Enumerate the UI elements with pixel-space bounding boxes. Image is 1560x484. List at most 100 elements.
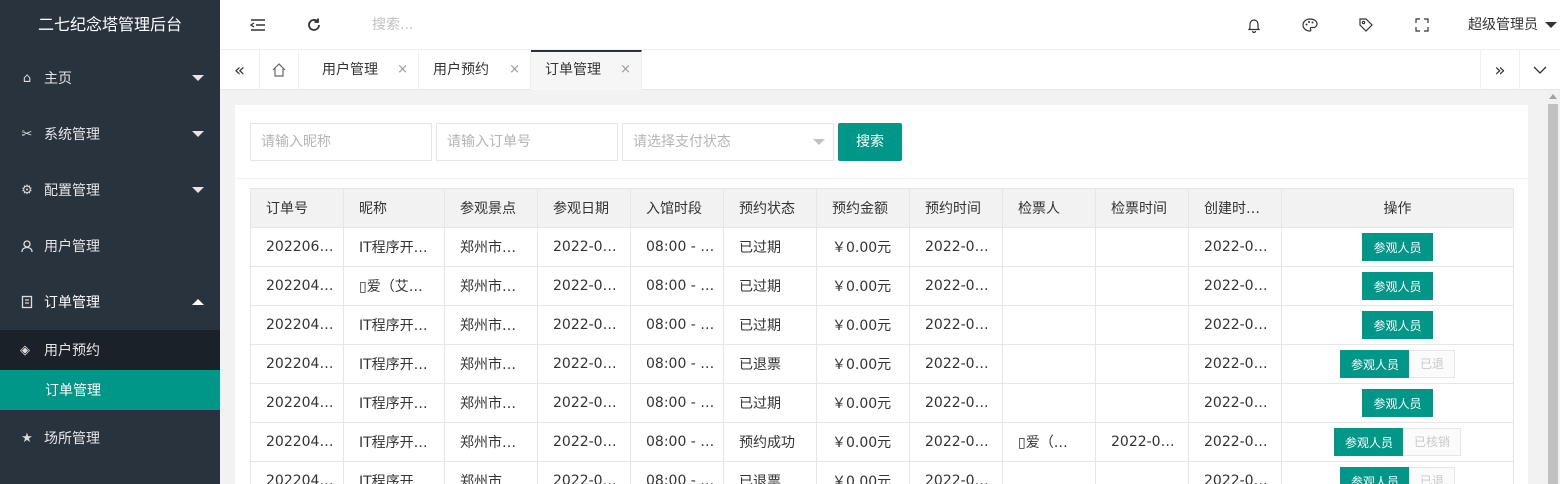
table-row: 202204… IT程序开… 郑州市… 2022-0… 08:00 - … 已过期 ￥0.0… [250, 305, 1514, 345]
column-header[interactable]: 预约金额 [816, 188, 910, 228]
visitors-button[interactable]: 参观人员 [1333, 428, 1404, 456]
visitors-button[interactable]: 参观人员 [1362, 311, 1433, 339]
table-row: 202206… IT程序开… 郑州市… 2022-0… 08:00 - … 已过期 ￥0.0… [250, 227, 1514, 267]
visitors-button[interactable]: 参观人员 [1362, 233, 1433, 261]
table-cell-amount: ￥0.00元 [816, 344, 910, 384]
refresh-icon[interactable] [289, 0, 339, 50]
user-menu[interactable]: 超级管理员 [1468, 0, 1560, 50]
star-icon: ★ [21, 430, 33, 446]
home-icon[interactable] [260, 50, 299, 90]
payment-status-select[interactable]: 请选择支付状态 [622, 123, 834, 161]
table-cell-date: 2022-0… [537, 461, 631, 484]
table-cell-booked: 2022-0… [909, 266, 1003, 306]
user-icon [20, 239, 34, 253]
table-cell-created: 2022-0… [1188, 344, 1282, 384]
column-header[interactable]: 创建时… [1188, 188, 1282, 228]
table-cell-order: 202206… [250, 227, 344, 267]
status-disabled-button: 已退 [1409, 350, 1456, 378]
table-cell-checker [1002, 266, 1096, 306]
table-cell-booked: 2022-0… [909, 461, 1003, 484]
search-button[interactable]: 搜索 [838, 123, 902, 161]
table-cell-order: 202204… [250, 344, 344, 384]
sidebar-subitem-label: 用户预约 [44, 343, 100, 359]
submenu-orders: ◈ 用户预约 订单管理 [0, 330, 220, 410]
tab-user-management[interactable]: 用户管理 × [308, 50, 419, 90]
table-cell-checktime [1095, 461, 1189, 484]
tab-bar: « 用户管理 × 用户预约 × 订单管理 × » [220, 50, 1560, 90]
table-cell-amount: ￥0.00元 [816, 305, 910, 345]
column-header[interactable]: 入馆时段 [630, 188, 724, 228]
table-cell-status: 已过期 [723, 383, 817, 423]
sidebar-subitem-user-booking[interactable]: ◈ 用户预约 [0, 330, 220, 370]
table-cell-slot: 08:00 - … [630, 305, 724, 345]
column-header[interactable]: 预约状态 [723, 188, 817, 228]
table-row: 202204… IT程序开… 郑州市… 2022-0… 08:00 - … 已退票 ￥0.0… [250, 344, 1514, 384]
column-header[interactable]: 参观景点 [444, 188, 538, 228]
sidebar-item-system[interactable]: ✂ 系统管理 [0, 106, 220, 162]
sidebar-item-home[interactable]: ⌂ 主页 [0, 50, 220, 106]
table-cell-amount: ￥0.00元 [816, 461, 910, 484]
table-cell-place: 郑州市… [444, 266, 538, 306]
table-cell-checktime [1095, 344, 1189, 384]
table-cell-order: 202204… [250, 422, 344, 462]
menu-toggle-icon[interactable] [233, 0, 283, 50]
column-header[interactable]: 预约时间 [909, 188, 1003, 228]
scrollbar-thumb[interactable] [1548, 104, 1558, 484]
table-cell-order: 202204… [250, 461, 344, 484]
sidebar-subitem-label: 订单管理 [45, 383, 101, 399]
search-input[interactable]: 搜索... [372, 0, 413, 50]
table-cell-status: 已过期 [723, 266, 817, 306]
table-cell-booked: 2022-0… [909, 422, 1003, 462]
tabs-dropdown-icon[interactable] [1520, 50, 1560, 90]
tabs-scroll-right-icon[interactable]: » [1480, 50, 1520, 90]
visitors-button[interactable]: 参观人员 [1339, 350, 1410, 378]
close-icon[interactable]: × [620, 52, 631, 88]
table-cell-actions: 参观人员 已退 [1281, 344, 1514, 384]
table-cell-actions: 参观人员 已退 [1281, 461, 1514, 484]
select-placeholder: 请选择支付状态 [633, 134, 731, 150]
sidebar-item-label: 订单管理 [44, 295, 100, 311]
close-icon[interactable]: × [397, 50, 408, 90]
top-header: 搜索... 超级管理员 [220, 0, 1560, 50]
bell-icon[interactable] [1229, 0, 1279, 50]
table-cell-booked: 2022-0… [909, 344, 1003, 384]
table-cell-slot: 08:00 - … [630, 344, 724, 384]
sidebar-item-venues[interactable]: ★ 场所管理 [0, 410, 220, 466]
scroll-up-icon[interactable] [1549, 94, 1557, 99]
tab-user-booking[interactable]: 用户预约 × [419, 50, 531, 90]
table-cell-order: 202204… [250, 305, 344, 345]
visitors-button[interactable]: 参观人员 [1362, 272, 1433, 300]
page-scrollbar[interactable] [1546, 90, 1560, 484]
column-header[interactable]: 订单号 [250, 188, 344, 228]
fullscreen-icon[interactable] [1397, 0, 1447, 50]
tabs-scroll-left-icon[interactable]: « [220, 50, 260, 90]
visitors-button[interactable]: 参观人员 [1339, 467, 1410, 484]
palette-icon[interactable] [1285, 0, 1335, 50]
visitors-button[interactable]: 参观人员 [1362, 389, 1433, 417]
close-icon[interactable]: × [509, 50, 520, 90]
table-cell-date: 2022-0… [537, 422, 631, 462]
table-cell-slot: 08:00 - … [630, 422, 724, 462]
sidebar-item-users[interactable]: 用户管理 [0, 218, 220, 274]
tab-label: 用户预约 [433, 62, 489, 78]
table-cell-place: 郑州市… [444, 305, 538, 345]
order-number-input[interactable]: 请输入订单号 [436, 123, 618, 161]
sidebar-item-label: 系统管理 [44, 127, 100, 143]
layers-icon: ◈ [20, 342, 30, 358]
column-header[interactable]: 参观日期 [537, 188, 631, 228]
table-cell-nick: IT程序开… [343, 461, 445, 484]
column-header[interactable]: 检票人 [1002, 188, 1096, 228]
sidebar-item-config[interactable]: ⚙ 配置管理 [0, 162, 220, 218]
table-cell-date: 2022-0… [537, 227, 631, 267]
table-cell-nick: IT程序开… [343, 422, 445, 462]
sidebar-item-orders[interactable]: 订单管理 [0, 274, 220, 330]
table-cell-date: 2022-0… [537, 266, 631, 306]
nickname-input[interactable]: 请输入昵称 [250, 123, 432, 161]
tag-icon[interactable] [1341, 0, 1391, 50]
tab-order-management[interactable]: 订单管理 × [531, 50, 642, 90]
sidebar-item-label: 配置管理 [44, 183, 100, 199]
table-cell-slot: 08:00 - … [630, 383, 724, 423]
column-header[interactable]: 检票时间 [1095, 188, 1189, 228]
column-header[interactable]: 昵称 [343, 188, 445, 228]
sidebar-subitem-order-management[interactable]: 订单管理 [0, 370, 220, 410]
